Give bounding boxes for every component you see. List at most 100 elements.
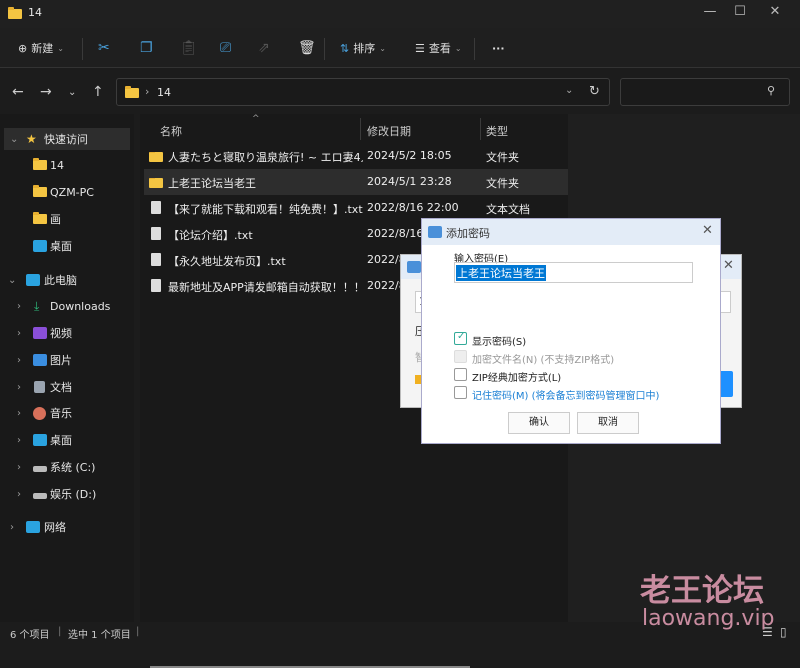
close-button[interactable]: ✕ (760, 4, 790, 22)
checkbox[interactable] (454, 368, 467, 381)
command-bar: ⊕ 新建 ⌄ ✂ ❐ 📋︎ ⎚ ⇗ 🗑︎ ⇅ 排序 ⌄ ☰ 查看 ⌄ ··· (0, 28, 800, 68)
new-label: 新建 (31, 42, 54, 55)
sidebar-item-quick-access[interactable]: ⌄ ★ 快速访问 (4, 128, 130, 150)
ok-button[interactable]: 确认 (508, 412, 570, 434)
sidebar-item-hua[interactable]: 画 (0, 208, 130, 230)
share-icon[interactable]: ⇗ (258, 38, 270, 58)
dialog-title: 添加密码 (446, 227, 490, 240)
text-file-icon (151, 201, 161, 214)
item-count: 6 个项目 (10, 630, 50, 641)
breadcrumb-item[interactable]: 14 (157, 86, 171, 99)
sidebar-item-14[interactable]: 14 (0, 154, 130, 176)
option-label[interactable]: ZIP经典加密方式(L) (472, 369, 561, 384)
dialog-titlebar: 添加密码 ✕ (422, 219, 720, 245)
file-date: 2024/5/2 18:05 (367, 149, 452, 162)
file-row[interactable]: 上老王论坛当老王 2024/5/1 23:28 文件夹 (144, 169, 568, 195)
chevron-down-icon: ⌄ (8, 274, 17, 286)
checkbox[interactable] (454, 350, 467, 363)
view-label: 查看 (428, 42, 451, 55)
sidebar-item-documents[interactable]: › 文档 (0, 376, 130, 398)
drive-icon (33, 466, 47, 472)
chevron-right-icon: › (17, 300, 21, 312)
sidebar-item-downloads[interactable]: › ⤓ Downloads (0, 295, 130, 317)
view-button[interactable]: ☰ 查看 ⌄ (415, 38, 462, 58)
drive-icon (33, 493, 47, 499)
forward-icon[interactable]: → (40, 84, 52, 100)
sidebar-label: 音乐 (50, 407, 72, 420)
sidebar-item-this-pc[interactable]: ⌄ 此电脑 (0, 269, 130, 291)
copy-icon[interactable]: ❐ (140, 38, 153, 58)
column-header-date[interactable]: 修改日期 (367, 123, 411, 139)
folder-icon (33, 185, 47, 197)
back-icon[interactable]: ← (12, 84, 24, 100)
option-label[interactable]: 显示密码(S) (472, 333, 526, 348)
recent-chevron-icon[interactable]: ⌄ (68, 87, 76, 98)
column-divider[interactable] (360, 118, 361, 140)
search-input[interactable]: ⚲ (620, 78, 790, 106)
close-icon[interactable]: ✕ (723, 258, 734, 273)
chevron-right-icon: › (17, 354, 21, 366)
more-button[interactable]: ··· (492, 38, 505, 58)
up-icon[interactable]: ↑ (92, 84, 104, 100)
sidebar-item-drive-d[interactable]: › 娱乐 (D:) (0, 483, 130, 505)
folder-icon (8, 7, 22, 19)
minimize-button[interactable]: — (695, 4, 725, 22)
tiles-view-icon[interactable]: ▯ (780, 625, 787, 639)
video-icon (33, 327, 47, 339)
archive-icon (407, 261, 421, 273)
sidebar-item-desktop-pc[interactable]: › 桌面 (0, 429, 130, 451)
sidebar-label: Downloads (50, 299, 111, 313)
refresh-icon[interactable]: ↻ (589, 84, 600, 99)
desktop-icon (33, 240, 47, 252)
sidebar-item-pictures[interactable]: › 图片 (0, 349, 130, 371)
navigation-pane: ⌄ ★ 快速访问 14 QZM-PC 画 桌面 ⌄ 此电脑 › ⤓ Downloads… (0, 114, 134, 622)
sidebar-label: 系统 (C:) (50, 461, 96, 474)
sidebar-item-qzm-pc[interactable]: QZM-PC (0, 181, 130, 203)
paste-icon[interactable]: 📋︎ (180, 38, 198, 58)
divider: | (136, 626, 140, 637)
primary-button[interactable] (719, 371, 733, 397)
sidebar-label: 视频 (50, 327, 72, 340)
music-icon (33, 406, 46, 420)
checkbox[interactable]: ✓ (454, 331, 467, 345)
desktop-icon (33, 434, 47, 446)
chevron-down-icon[interactable]: ⌄ (565, 85, 573, 96)
cancel-button[interactable]: 取消 (577, 412, 639, 434)
address-bar[interactable]: › 14 ⌄ ↻ (116, 78, 610, 106)
title-bar: 14 — ☐ ✕ (0, 0, 800, 28)
file-row[interactable]: 人妻たちと寝取り温泉旅行! ~ エロ妻4人... 2024/5/2 18:05 文件… (144, 143, 568, 169)
delete-icon[interactable]: 🗑︎ (298, 38, 316, 58)
column-divider[interactable] (480, 118, 481, 140)
sidebar-item-videos[interactable]: › 视频 (0, 322, 130, 344)
chevron-right-icon: › (17, 434, 21, 446)
sidebar-item-network[interactable]: › 网络 (0, 516, 130, 538)
option-label[interactable]: 加密文件名(N) (不支持ZIP格式) (472, 351, 614, 366)
sidebar-label: 娱乐 (D:) (50, 488, 97, 501)
sort-label: 排序 (353, 42, 376, 55)
breadcrumb-separator: › (145, 85, 150, 98)
file-name: 上老王论坛当老王 (168, 177, 256, 190)
picture-icon (33, 354, 47, 366)
column-header-type[interactable]: 类型 (486, 123, 508, 139)
sidebar-item-drive-c[interactable]: › 系统 (C:) (0, 456, 130, 478)
plus-circle-icon: ⊕ (18, 41, 28, 55)
new-button[interactable]: ⊕ 新建 ⌄ (18, 38, 64, 58)
sidebar-item-desktop[interactable]: 桌面 (0, 235, 130, 257)
password-input[interactable]: 上老王论坛当老王 (454, 262, 693, 283)
chevron-right-icon: › (17, 381, 21, 393)
cut-icon[interactable]: ✂ (98, 38, 110, 58)
checkbox[interactable] (454, 386, 467, 399)
text-file-icon (151, 227, 161, 240)
option-label[interactable]: 记住密码(M) (将会备忘到密码管理窗口中) (472, 387, 659, 402)
sort-ascending-icon: ^ (252, 114, 260, 124)
rename-icon[interactable]: ⎚ (220, 38, 231, 58)
sidebar-item-music[interactable]: › 音乐 (0, 402, 130, 424)
maximize-button[interactable]: ☐ (725, 4, 755, 22)
watermark-cn: 老王论坛 (640, 573, 764, 609)
star-icon: ★ (26, 132, 37, 146)
file-date: 2022/8/16 (367, 227, 424, 240)
column-header-name[interactable]: 名称 (160, 123, 182, 139)
sort-button[interactable]: ⇅ 排序 ⌄ (340, 38, 386, 58)
close-icon[interactable]: ✕ (702, 223, 713, 238)
chevron-right-icon: › (17, 407, 21, 419)
